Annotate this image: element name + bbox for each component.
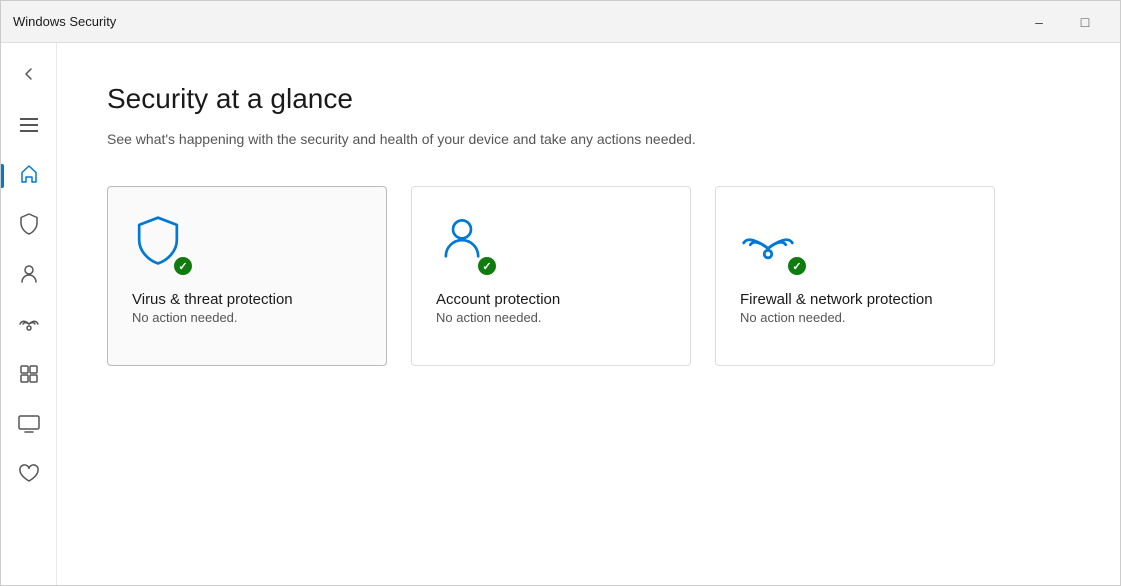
sidebar-item-account[interactable] <box>1 251 56 301</box>
home-icon <box>19 164 39 189</box>
main-content: Security at a glance See what's happenin… <box>57 43 1120 585</box>
app-icon <box>19 364 39 389</box>
cards-container: Virus & threat protection No action need… <box>107 186 1070 366</box>
card-account-icon-area <box>436 215 496 275</box>
card-virus-text: Virus & threat protection No action need… <box>132 291 362 325</box>
card-firewall-text: Firewall & network protection No action … <box>740 291 970 325</box>
firewall-check-badge <box>786 255 808 277</box>
app-body: Security at a glance See what's happenin… <box>1 43 1120 585</box>
maximize-button[interactable]: □ <box>1062 1 1108 43</box>
sidebar-item-app-control[interactable] <box>1 351 56 401</box>
title-bar-left: Windows Security <box>13 14 116 29</box>
sidebar-item-firewall[interactable] <box>1 301 56 351</box>
card-virus-label: Virus & threat protection <box>132 291 362 308</box>
page-subtitle: See what's happening with the security a… <box>107 129 707 150</box>
network-icon <box>18 314 40 339</box>
sidebar-item-home[interactable] <box>1 151 56 201</box>
card-virus-status: No action needed. <box>132 310 362 325</box>
sidebar <box>1 43 57 585</box>
card-account-protection[interactable]: Account protection No action needed. <box>411 186 691 366</box>
virus-check-badge <box>172 255 194 277</box>
title-bar-controls: – □ <box>1016 1 1108 43</box>
card-virus-icon-area <box>132 215 192 275</box>
page-title: Security at a glance <box>107 83 1070 115</box>
card-firewall-icon-area <box>740 215 806 275</box>
sidebar-item-back[interactable] <box>1 51 56 101</box>
shield-icon <box>19 213 39 240</box>
card-virus-protection[interactable]: Virus & threat protection No action need… <box>107 186 387 366</box>
hamburger-icon <box>20 116 38 137</box>
health-icon <box>18 464 40 489</box>
back-icon <box>20 65 38 88</box>
device-icon <box>18 415 40 438</box>
app-title: Windows Security <box>13 14 116 29</box>
sidebar-item-device[interactable] <box>1 401 56 451</box>
card-firewall-protection[interactable]: Firewall & network protection No action … <box>715 186 995 366</box>
card-account-status: No action needed. <box>436 310 666 325</box>
title-bar: Windows Security – □ <box>1 1 1120 43</box>
card-firewall-label: Firewall & network protection <box>740 291 970 308</box>
card-account-label: Account protection <box>436 291 666 308</box>
sidebar-item-menu[interactable] <box>1 101 56 151</box>
sidebar-item-health[interactable] <box>1 451 56 501</box>
minimize-button[interactable]: – <box>1016 1 1062 43</box>
card-account-text: Account protection No action needed. <box>436 291 666 325</box>
card-firewall-status: No action needed. <box>740 310 970 325</box>
sidebar-item-shield[interactable] <box>1 201 56 251</box>
account-check-badge <box>476 255 498 277</box>
person-icon <box>19 263 39 290</box>
